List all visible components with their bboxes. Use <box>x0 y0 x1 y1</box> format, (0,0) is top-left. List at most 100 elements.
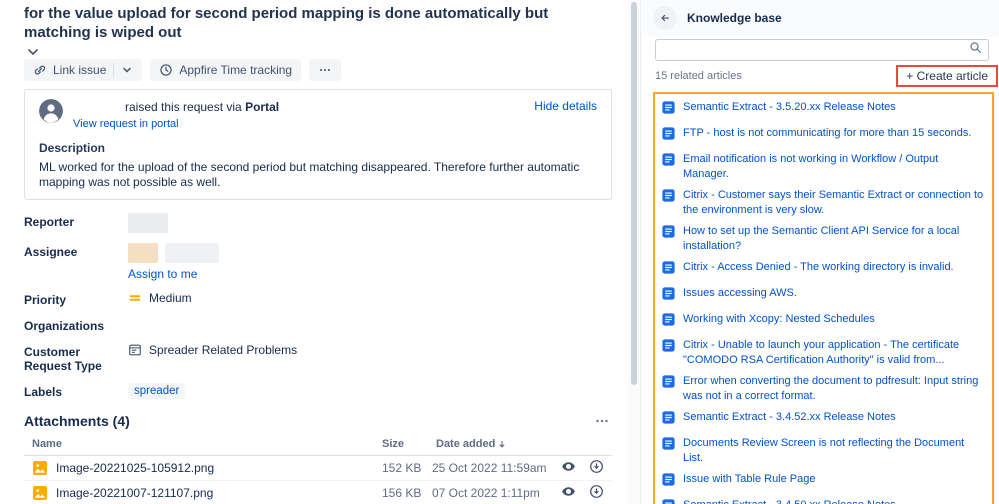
hide-details-link[interactable]: Hide details <box>534 99 597 113</box>
attachment-size: 156 KB <box>378 480 428 504</box>
issue-fields: Reporter Assignee Assign to me Priority <box>24 213 612 399</box>
redacted-assignee-name[interactable] <box>165 243 219 263</box>
kb-article-item[interactable]: Citrix - Access Denied - The working dir… <box>660 257 986 283</box>
field-labels: Labels spreader <box>24 383 612 399</box>
kb-article-item[interactable]: Documents Review Screen is not reflectin… <box>660 433 986 469</box>
article-link[interactable]: Issues accessing AWS. <box>683 286 797 301</box>
kb-article-item[interactable]: Citrix - Unable to launch your applicati… <box>660 335 986 371</box>
article-link[interactable]: How to set up the Semantic Client API Se… <box>683 224 985 254</box>
knowledge-base-header: Knowledge base <box>641 0 999 36</box>
field-priority: Priority Medium <box>24 291 612 307</box>
preview-eye-icon[interactable] <box>561 459 576 477</box>
request-type-value[interactable]: Spreader Related Problems <box>128 343 297 357</box>
description-text: ML worked for the upload of the second p… <box>39 160 580 189</box>
article-link[interactable]: Email notification is not working in Wor… <box>683 152 985 182</box>
article-link[interactable]: Semantic Extract - 3.4.52.xx Release Not… <box>683 410 896 425</box>
search-icon[interactable] <box>969 41 982 59</box>
kb-article-item[interactable]: Issues accessing AWS. <box>660 283 986 309</box>
article-link[interactable]: Citrix - Unable to launch your applicati… <box>683 338 985 368</box>
kb-article-item[interactable]: Working with Xcopy: Nested Schedules <box>660 309 986 335</box>
kb-article-item[interactable]: Error when converting the document to pd… <box>660 371 986 407</box>
kb-article-item[interactable]: Issue with Table Rule Page <box>660 469 986 495</box>
label-chip-spreader[interactable]: spreader <box>128 383 186 399</box>
field-label: Reporter <box>24 215 75 229</box>
attachment-date: 07 Oct 2022 1:11pm <box>428 480 550 504</box>
request-type-text: Spreader Related Problems <box>149 343 298 357</box>
date-added-label: Date added <box>436 438 496 450</box>
link-icon <box>33 63 47 77</box>
attachment-row[interactable]: Image-20221025-105912.png 152 KB 25 Oct … <box>24 455 612 481</box>
view-request-in-portal-link[interactable]: View request in portal <box>73 118 179 130</box>
redacted-assignee-avatar[interactable] <box>128 243 158 263</box>
chevron-down-icon[interactable] <box>26 44 40 56</box>
article-doc-icon <box>661 374 676 394</box>
kb-article-item[interactable]: Citrix - Customer says their Semantic Ex… <box>660 185 986 221</box>
attachments-more-button[interactable] <box>594 413 610 434</box>
clock-icon <box>159 63 173 77</box>
article-doc-icon <box>661 260 676 280</box>
article-doc-icon <box>661 286 676 306</box>
article-link[interactable]: FTP - host is not communicating for more… <box>683 126 971 141</box>
article-doc-icon <box>661 410 676 430</box>
annotation-red-box: + Create article <box>896 65 998 87</box>
image-file-icon <box>32 485 48 501</box>
button-divider <box>113 63 115 77</box>
link-issue-button[interactable]: Link issue <box>24 59 143 81</box>
create-article-button[interactable]: + Create article <box>899 67 995 85</box>
article-doc-icon <box>661 224 676 244</box>
back-button[interactable] <box>653 6 677 30</box>
article-link[interactable]: Error when converting the document to pd… <box>683 374 985 404</box>
article-doc-icon <box>661 188 676 208</box>
priority-value[interactable]: Medium <box>128 291 192 305</box>
raised-via-portal: Portal <box>245 100 280 114</box>
kb-article-item[interactable]: Semantic Extract - 3.4.50.xx Release Not… <box>660 495 986 504</box>
chevron-down-icon[interactable] <box>121 64 133 76</box>
time-tracking-button[interactable]: Appfire Time tracking <box>150 59 302 81</box>
raised-text: raised this request via <box>125 100 242 114</box>
field-assignee: Assignee Assign to me <box>24 243 612 281</box>
column-header-name[interactable]: Name <box>24 436 378 456</box>
knowledge-base-title: Knowledge base <box>687 11 782 25</box>
issue-title: for the value upload for second period m… <box>24 5 549 41</box>
kb-article-item[interactable]: Semantic Extract - 3.4.52.xx Release Not… <box>660 407 986 433</box>
article-doc-icon <box>661 498 676 504</box>
knowledge-base-panel: Knowledge base 15 related articles + Cre… <box>640 0 999 504</box>
kb-search-input[interactable] <box>662 42 969 58</box>
redacted-reporter-value[interactable] <box>128 213 168 233</box>
article-doc-icon <box>661 312 676 332</box>
article-link[interactable]: Citrix - Access Denied - The working dir… <box>683 260 954 275</box>
kb-article-item[interactable]: Email notification is not working in Wor… <box>660 149 986 185</box>
article-link[interactable]: Issue with Table Rule Page <box>683 472 816 487</box>
field-label: Customer Request Type <box>24 345 102 373</box>
attachments-title: Attachments (4) <box>24 413 130 429</box>
field-label: Labels <box>24 385 63 399</box>
download-icon[interactable] <box>589 484 604 502</box>
article-link[interactable]: Documents Review Screen is not reflectin… <box>683 436 985 466</box>
article-link[interactable]: Citrix - Customer says their Semantic Ex… <box>683 188 985 218</box>
assign-to-me-link[interactable]: Assign to me <box>128 267 219 281</box>
article-link[interactable]: Working with Xcopy: Nested Schedules <box>683 312 875 327</box>
column-header-date[interactable]: Date added <box>428 436 550 456</box>
kb-meta-row: 15 related articles + Create article <box>655 65 998 87</box>
request-type-icon <box>128 343 142 357</box>
redacted-reporter-name <box>73 102 125 111</box>
column-header-size[interactable]: Size <box>378 436 428 456</box>
field-organizations: Organizations <box>24 317 612 333</box>
preview-eye-icon[interactable] <box>561 484 576 502</box>
scrollbar-thumb[interactable] <box>631 2 637 386</box>
column-header-actions <box>550 436 612 456</box>
ellipsis-icon <box>318 63 332 77</box>
kb-article-item[interactable]: Semantic Extract - 3.5.20.xx Release Not… <box>660 97 986 123</box>
article-doc-icon <box>661 472 676 492</box>
vertical-scrollbar[interactable] <box>628 0 640 504</box>
attachment-row[interactable]: Image-20221007-121107.png 156 KB 07 Oct … <box>24 480 612 504</box>
issue-toolbar: Link issue Appfire Time tracking <box>24 59 612 81</box>
raised-request-line: raised this request via Portal <box>73 99 279 114</box>
kb-article-item[interactable]: FTP - host is not communicating for more… <box>660 123 986 149</box>
article-link[interactable]: Semantic Extract - 3.5.20.xx Release Not… <box>683 100 896 115</box>
article-doc-icon <box>661 152 676 172</box>
article-link[interactable]: Semantic Extract - 3.4.50.xx Release Not… <box>683 498 896 504</box>
download-icon[interactable] <box>589 459 604 477</box>
kb-article-item[interactable]: How to set up the Semantic Client API Se… <box>660 221 986 257</box>
more-button[interactable] <box>309 59 342 81</box>
